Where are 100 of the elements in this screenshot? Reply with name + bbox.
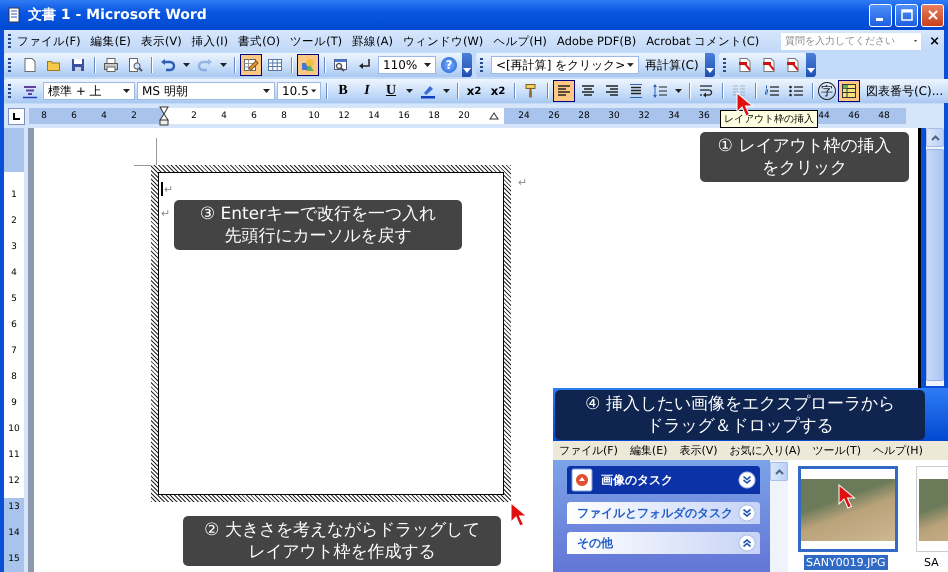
page-magnifier-icon <box>127 57 143 73</box>
style-dropdown[interactable]: 標準 + 上 <box>43 82 135 100</box>
font-size-dropdown[interactable]: 10.5 <box>277 82 321 100</box>
ruler-number: 13 <box>7 501 21 514</box>
caret-icon[interactable] <box>443 89 450 93</box>
right-indent-marker-icon[interactable] <box>489 112 499 120</box>
close-button[interactable] <box>921 4 944 26</box>
ruler-number: 36 <box>697 111 711 121</box>
ruler-number: 12 <box>337 111 351 121</box>
close-document-button[interactable]: × <box>929 34 940 48</box>
field-dropdown[interactable]: <[再計算] をクリック> <box>491 56 639 74</box>
ruler-number: 34 <box>667 111 681 121</box>
caret-icon[interactable] <box>310 89 316 93</box>
menu-item[interactable]: 表示(V) <box>679 443 718 458</box>
caret-icon[interactable] <box>627 63 634 67</box>
undo-icon <box>160 57 176 73</box>
caret-icon[interactable] <box>424 63 431 67</box>
menu-item[interactable]: 罫線(A) <box>352 34 393 48</box>
ruler-number: 5 <box>10 293 18 306</box>
crop-mark <box>134 138 158 168</box>
indent-marker-icon[interactable] <box>159 106 169 126</box>
ruler-number: 24 <box>517 111 531 121</box>
menu-item[interactable]: ヘルプ(H) <box>873 443 923 458</box>
printer-icon <box>103 57 119 73</box>
ruler-number: 2 <box>130 111 138 121</box>
toolbar-options-button[interactable] <box>462 53 472 77</box>
ruler-number: 14 <box>367 111 381 121</box>
document-icon <box>6 7 22 23</box>
align-left-button[interactable] <box>553 80 575 102</box>
menu-item[interactable]: 編集(E) <box>630 443 668 458</box>
styles-icon <box>22 83 38 99</box>
scroll-up-button[interactable] <box>770 462 788 481</box>
menu-item[interactable]: ツール(T) <box>812 443 861 458</box>
toolbar-options-button[interactable] <box>704 53 715 77</box>
collapse-chevron-icon[interactable] <box>738 534 756 552</box>
blank-page-icon <box>22 57 38 73</box>
instruction-callout: ③ Enterキーで改行を一つ入れ 先頭行にカーソルを戻す <box>174 200 462 250</box>
ruler-number: 8 <box>40 111 48 121</box>
mouse-pointer-icon <box>838 484 856 510</box>
bold-button[interactable]: B <box>332 80 354 102</box>
task-group-header[interactable]: その他 <box>567 532 760 554</box>
menu-item[interactable]: 表示(V) <box>140 34 182 48</box>
paragraph-mark: ↵ <box>161 206 170 220</box>
caret-icon[interactable] <box>123 89 130 93</box>
minimize-button[interactable] <box>869 4 892 26</box>
insert-frame-button[interactable] <box>838 80 860 102</box>
expand-chevron-icon[interactable] <box>738 504 756 522</box>
caret-icon[interactable] <box>220 63 227 67</box>
menu-item[interactable]: Acrobat コメント(C) <box>646 34 760 48</box>
tab-stop-icon <box>12 112 21 120</box>
menu-item[interactable]: 挿入(I) <box>192 34 228 48</box>
instruction-callout: ④ 挿入したい画像をエクスプローラから ドラッグ＆ドロップする <box>555 390 925 440</box>
menu-item[interactable]: 書式(O) <box>238 34 280 48</box>
underline-button[interactable]: U <box>380 80 402 102</box>
ruler-number: 11 <box>7 449 21 462</box>
shapes-icon <box>300 57 316 73</box>
vertical-scrollbar[interactable] <box>770 460 788 572</box>
ruler-number: 30 <box>607 111 621 121</box>
caret-icon <box>806 68 815 73</box>
zoom-dropdown[interactable]: 110% <box>378 56 436 74</box>
tab-selector-button[interactable] <box>8 108 25 124</box>
menu-item[interactable]: ウィンドウ(W) <box>402 34 484 48</box>
pdf-page-icon <box>736 57 753 73</box>
menu-item[interactable]: お気に入り(A) <box>730 443 801 458</box>
menu-item[interactable]: ヘルプ(H) <box>493 34 547 48</box>
task-group-header[interactable]: ファイルとフォルダのタスク <box>567 502 760 524</box>
caret-icon[interactable] <box>183 63 190 67</box>
caption-button[interactable]: 図表番号(C)... <box>862 82 948 100</box>
enclose-character-button[interactable]: 字 <box>818 82 836 100</box>
ruler-number: 2 <box>190 111 198 121</box>
font-dropdown[interactable]: MS 明朝 <box>137 82 275 100</box>
toolbar-options-button[interactable] <box>806 53 816 77</box>
menu-item[interactable]: ファイル(F) <box>559 443 618 458</box>
menu-item[interactable]: ファイル(F) <box>17 34 81 48</box>
highlighter-icon <box>420 83 436 99</box>
recalculate-button[interactable]: 再計算(C) <box>641 56 703 74</box>
scroll-up-button[interactable] <box>926 128 944 147</box>
menu-item[interactable]: Adobe PDF(B) <box>556 34 636 48</box>
tables-borders-button[interactable] <box>240 54 262 76</box>
caret-icon[interactable] <box>406 89 413 93</box>
menu-item[interactable]: ツール(T) <box>290 34 342 48</box>
maximize-icon <box>900 9 912 21</box>
drawing-button[interactable] <box>297 54 319 76</box>
menu-item[interactable]: 編集(E) <box>90 34 131 48</box>
caret-icon[interactable] <box>263 89 270 93</box>
italic-button[interactable]: I <box>356 80 378 102</box>
help-search-field[interactable]: 質問を入力してください <box>781 32 922 50</box>
ruler-number: 28 <box>577 111 591 121</box>
ruler-number: 48 <box>877 111 891 121</box>
ruler-number: 20 <box>457 111 471 121</box>
caret-icon <box>914 39 918 43</box>
ruler-number: 6 <box>250 111 258 121</box>
ruler-number: 3 <box>10 241 18 254</box>
ruler-number: 10 <box>307 111 321 121</box>
maximize-button[interactable] <box>895 4 918 26</box>
text-cursor <box>161 182 163 196</box>
expand-chevron-icon[interactable] <box>738 471 756 489</box>
caret-icon[interactable] <box>675 89 682 93</box>
task-group-header[interactable]: 画像のタスク <box>567 466 760 494</box>
ruler-number: 4 <box>220 111 228 121</box>
